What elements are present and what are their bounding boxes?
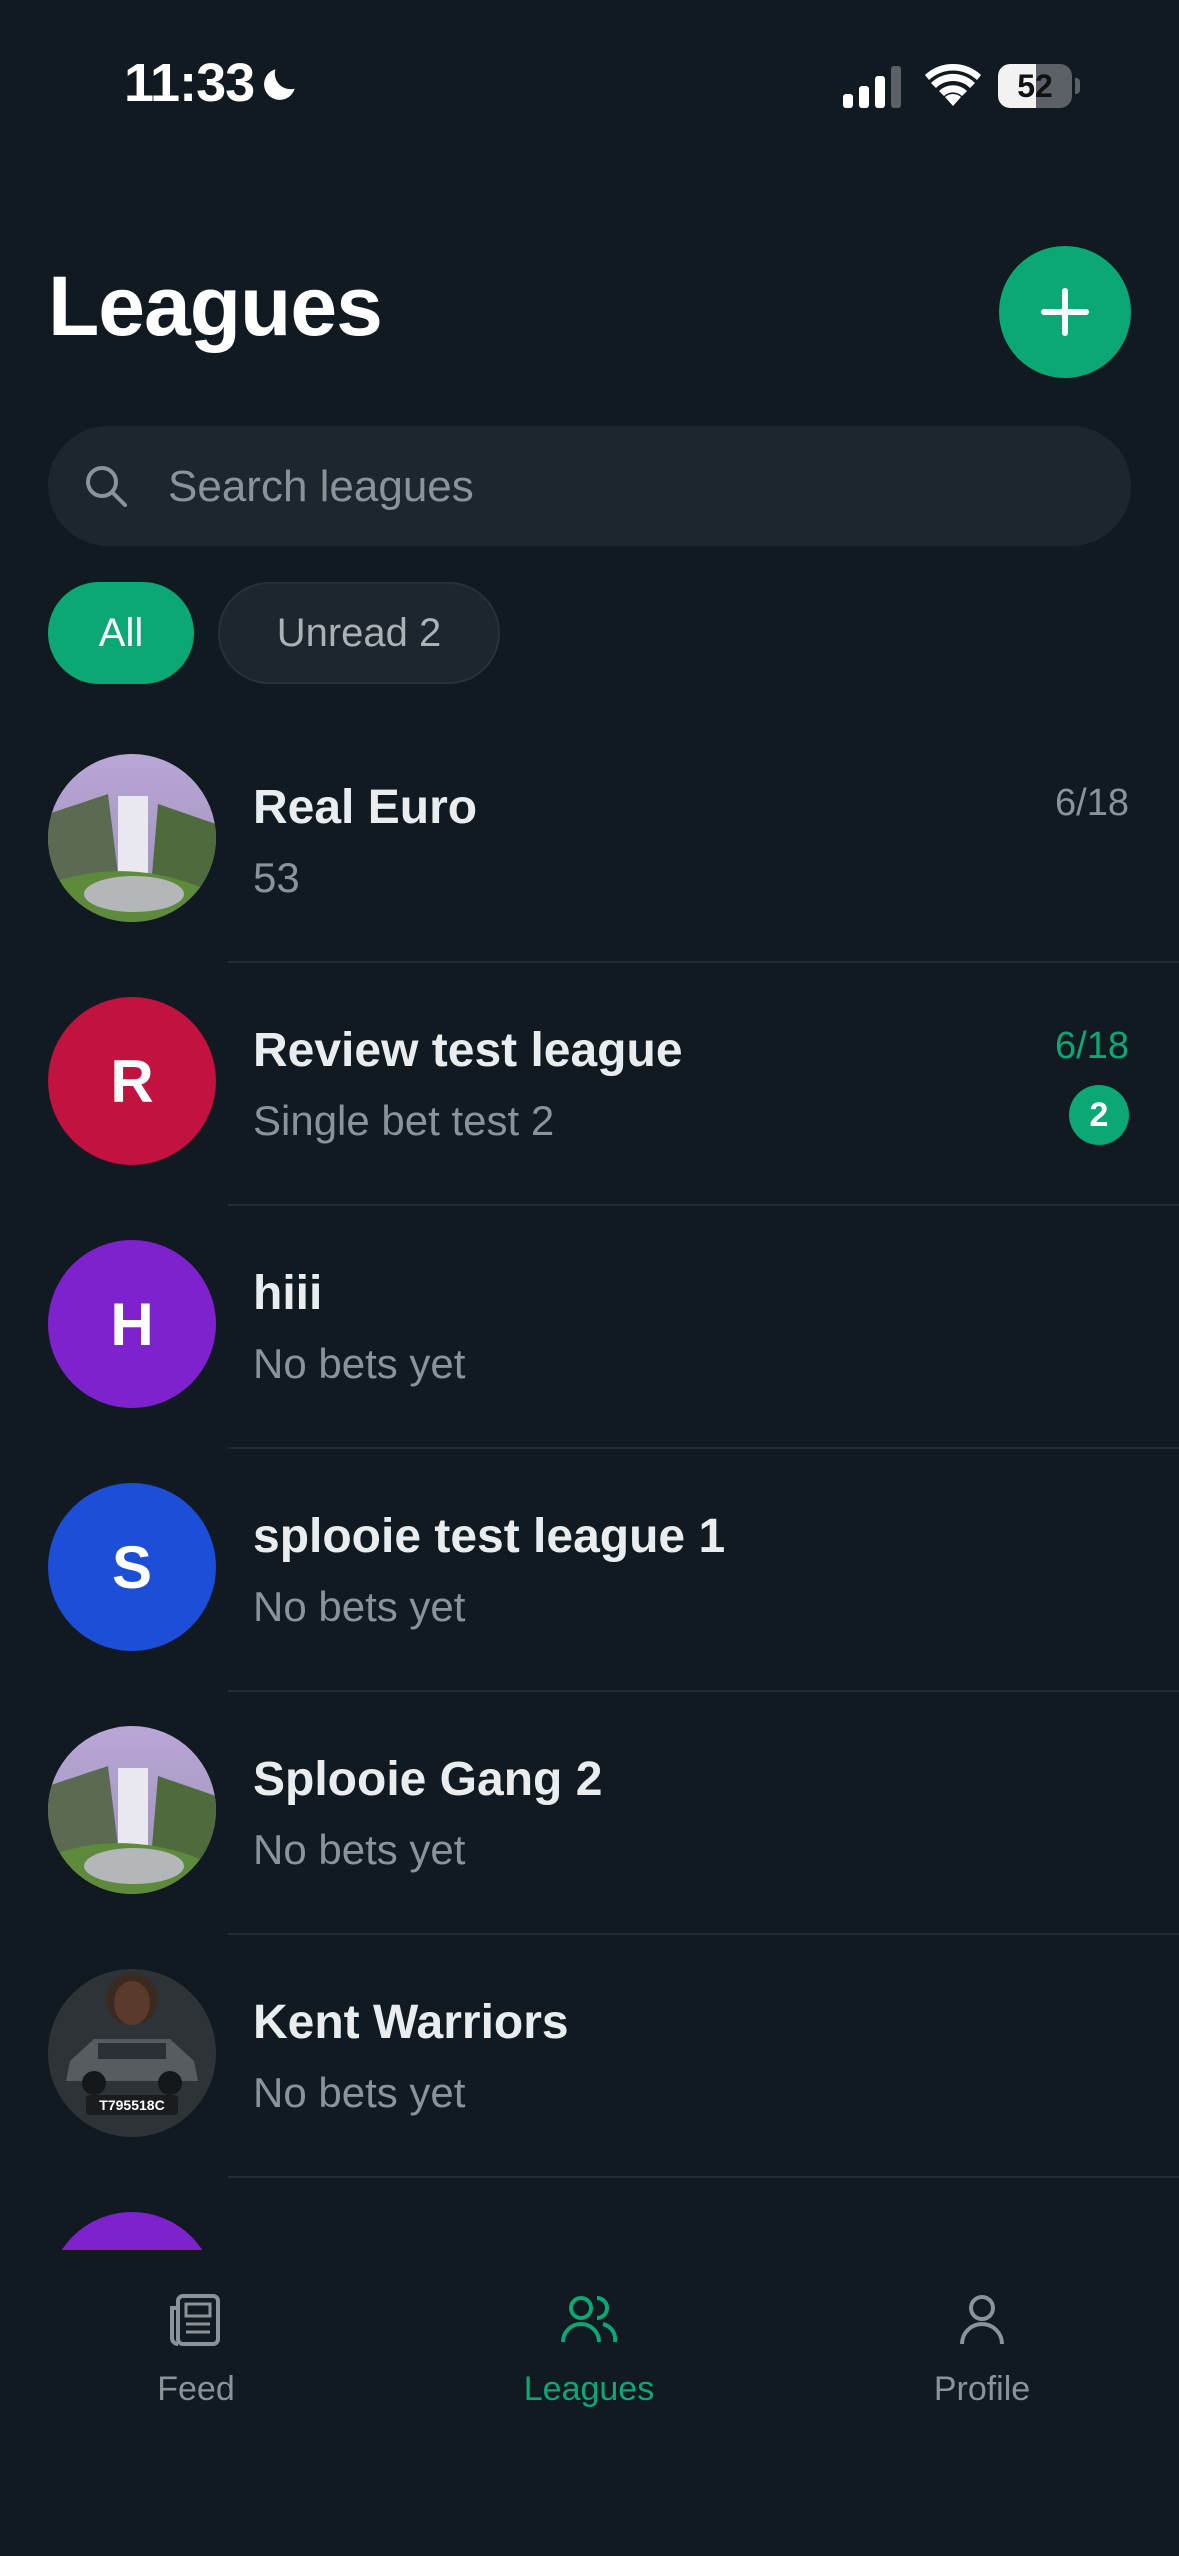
users-icon	[561, 2296, 618, 2343]
league-row[interactable]: H hiii No bets yet	[0, 1206, 1179, 1449]
search-input[interactable]	[166, 426, 1070, 548]
league-avatar-letter	[48, 2212, 216, 2250]
tab-feed-label: Feed	[157, 2370, 235, 2408]
add-league-button[interactable]	[999, 246, 1131, 378]
plus-icon	[1041, 288, 1089, 336]
tab-profile[interactable]: Profile	[882, 2290, 1082, 2440]
league-name: Review test league	[253, 1024, 683, 1077]
league-list: Real Euro 53 6/18 R Review test league S…	[0, 720, 1179, 2250]
league-date: 6/18	[1055, 782, 1129, 824]
car-photo: T795518C	[48, 1969, 216, 2137]
league-name: hiii	[253, 1267, 323, 1320]
league-avatar-image	[48, 754, 216, 922]
newspaper-icon	[170, 2294, 220, 2346]
waterfall-image	[48, 754, 216, 922]
leagues-screen: 11:33 52 Leagues Search leagues All Unre…	[0, 0, 1179, 2556]
signal-icon	[843, 66, 901, 108]
league-avatar-image: T795518C	[48, 1969, 216, 2137]
license-plate-text: T795518C	[99, 2097, 164, 2113]
waterfall-image	[48, 1726, 216, 1894]
tab-leagues[interactable]: Leagues	[489, 2290, 689, 2440]
league-subtitle: 53	[253, 854, 300, 901]
league-avatar-image	[48, 1726, 216, 1894]
league-avatar-letter: S	[48, 1483, 216, 1651]
league-subtitle: Single bet test 2	[253, 1097, 555, 1144]
league-date: 6/18	[1055, 1025, 1129, 1067]
league-row[interactable]	[0, 2178, 1179, 2250]
tab-profile-label: Profile	[933, 2370, 1031, 2408]
status-bar: 11:33 52	[0, 0, 1179, 170]
tab-leagues-label: Leagues	[523, 2370, 655, 2408]
league-subtitle: No bets yet	[253, 1826, 466, 1873]
status-time: 11:33	[124, 53, 255, 113]
moon-icon	[264, 69, 295, 100]
filter-all-chip[interactable]: All	[48, 582, 194, 684]
league-avatar-letter: H	[48, 1240, 216, 1408]
search-bar[interactable]	[48, 426, 1131, 548]
league-subtitle: No bets yet	[253, 1583, 466, 1630]
battery-indicator: 52	[998, 64, 1080, 108]
league-row[interactable]: T795518C Kent Warriors No bets yet	[0, 1935, 1179, 2178]
league-avatar-letter: R	[48, 997, 216, 1165]
tab-feed[interactable]: Feed	[96, 2290, 296, 2440]
tab-bar: Feed Leagues Profile	[0, 2250, 1179, 2556]
unread-count-badge: 2	[1069, 1085, 1129, 1145]
league-name: Real Euro	[253, 781, 478, 834]
user-icon	[960, 2295, 1004, 2345]
league-subtitle: No bets yet	[253, 2069, 466, 2116]
league-row[interactable]: R Review test league Single bet test 2 6…	[0, 963, 1179, 1206]
search-icon	[86, 466, 127, 507]
wifi-icon	[925, 63, 981, 106]
league-name: Splooie Gang 2	[253, 1753, 603, 1806]
league-row[interactable]: Real Euro 53 6/18	[0, 720, 1179, 963]
league-name: splooie test league 1	[253, 1510, 726, 1563]
league-name: Kent Warriors	[253, 1996, 569, 2049]
league-row[interactable]: Splooie Gang 2 No bets yet	[0, 1692, 1179, 1935]
filter-unread-chip[interactable]: Unread 2	[218, 582, 500, 684]
league-row[interactable]: S splooie test league 1 No bets yet	[0, 1449, 1179, 1692]
page-title: Leagues	[48, 259, 383, 353]
battery-level: 52	[1017, 68, 1053, 104]
league-subtitle: No bets yet	[253, 1340, 466, 1387]
